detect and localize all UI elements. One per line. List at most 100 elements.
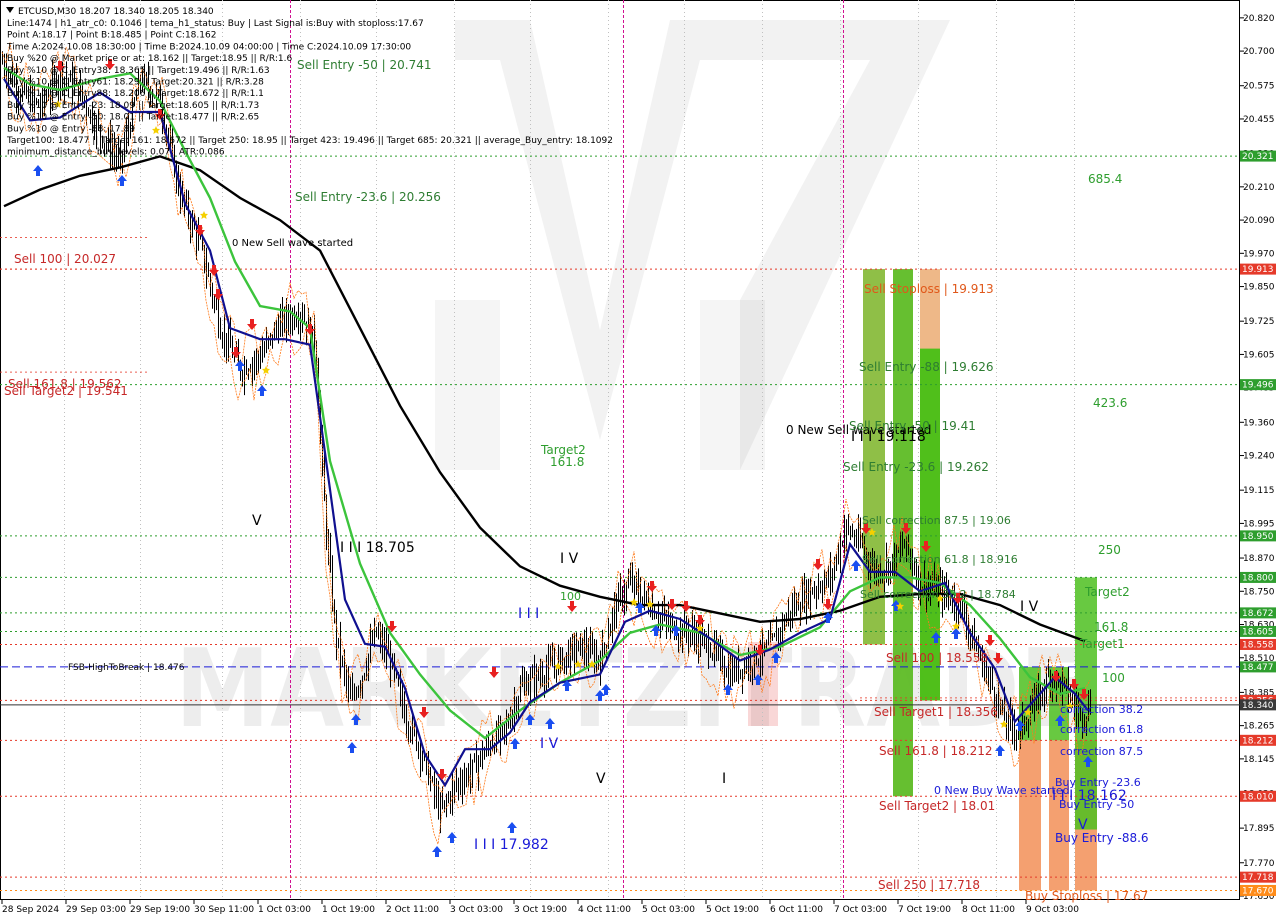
chart-annotation: correction 38.2 (1060, 703, 1143, 716)
price-chart[interactable]: MARKETZITRADE Sell Entry -50 | 20.741 Sel… (0, 0, 1280, 920)
x-tick-label: 1 Oct 03:00 (258, 905, 311, 915)
price-tag-label: 18.950 (1242, 532, 1274, 542)
x-tick-label: 9 Oct 03:00 (1026, 905, 1079, 915)
info-line: Buy %20 @ Market price or at: 18.162 || … (7, 54, 292, 64)
y-tick-label: 20.090 (1243, 216, 1275, 226)
chart-annotation: 0 New Sell wave started (232, 238, 353, 249)
y-tick-label: 20.820 (1243, 14, 1275, 24)
y-tick-label: 18.265 (1243, 722, 1275, 732)
price-tag-label: 18.800 (1242, 573, 1274, 583)
y-tick-label: 17.770 (1243, 859, 1275, 869)
chart-annotation: Sell Target1 | 18.356 (874, 705, 998, 719)
price-tag-label: 18.340 (1242, 701, 1274, 711)
chart-annotation: Sell 161.8 | 18.212 (879, 744, 993, 758)
symbol-ohlc-line: ETCUSD,M30 18.207 18.340 18.205 18.340 (18, 7, 214, 17)
chart-annotation: Sell Target2 | 18.01 (879, 799, 995, 813)
chart-annotation: Buy Entry -23.6 (1055, 776, 1141, 789)
chart-annotation: V (1078, 817, 1088, 833)
chart-annotation: correction 87.5 (1060, 745, 1143, 758)
y-tick-label: 18.870 (1243, 554, 1275, 564)
chart-annotation: I (722, 771, 726, 787)
x-tick-label: 5 Oct 03:00 (642, 905, 695, 915)
x-tick-label: 29 Sep 19:00 (130, 905, 190, 915)
y-tick-label: 19.360 (1243, 418, 1275, 428)
info-line: Buy %10 @ C_Entry88: 18.206 || Target:18… (7, 89, 264, 99)
x-tick-label: 29 Sep 03:00 (66, 905, 126, 915)
chart-annotation: I I I 19.118 (851, 429, 926, 445)
chart-annotation: Sell 250 | 17.718 (878, 878, 980, 892)
chart-annotation: Buy Entry -50 (1059, 798, 1134, 811)
y-tick-label: 20.575 (1243, 82, 1275, 92)
x-tick-label: 6 Oct 11:00 (770, 905, 823, 915)
chart-annotation: Target2 (1084, 585, 1130, 599)
x-tick-label: 5 Oct 19:00 (706, 905, 759, 915)
x-tick-label: 8 Oct 11:00 (962, 905, 1015, 915)
chart-annotation: 250 (1098, 543, 1121, 557)
y-tick-label: 19.115 (1243, 486, 1275, 496)
chart-annotation: Sell correction 61.8 | 18.916 (862, 553, 1018, 566)
x-tick-label: 7 Oct 19:00 (898, 905, 951, 915)
x-tick-label: 7 Oct 03:00 (834, 905, 887, 915)
chart-annotation: Sell Target2 | 19.541 (4, 384, 128, 398)
price-tag-label: 20.321 (1242, 152, 1274, 162)
x-tick-label: 4 Oct 11:00 (578, 905, 631, 915)
chart-annotation: I V (1020, 599, 1039, 615)
chart-annotation: V (252, 513, 262, 529)
chart-annotation: Buy Stoploss | 17.67 (1025, 889, 1148, 903)
chart-annotation: 100 (560, 590, 581, 603)
info-line: Line:1474 | h1_atr_c0: 0.1046 | tema_h1_… (7, 19, 424, 29)
info-line: Buy %10 @ Entry -50: 18.01 || Target:18.… (7, 113, 259, 123)
price-tag-label: 18.477 (1242, 663, 1274, 673)
y-tick-label: 19.850 (1243, 283, 1275, 293)
y-tick-label: 18.995 (1243, 519, 1275, 529)
price-tag-label: 18.672 (1242, 609, 1274, 619)
price-tag-label: 19.913 (1242, 265, 1274, 275)
zone-buy-stop-1 (1019, 740, 1041, 891)
chart-annotation: correction 61.8 (1060, 723, 1143, 736)
chart-annotation: 0 New Buy Wave started (934, 784, 1070, 797)
price-tag-label: 18.558 (1242, 640, 1274, 650)
chart-annotation: FSB-HighToBreak | 18.476 (68, 663, 185, 673)
info-line: Time A:2024.10.08 18:30:00 | Time B:2024… (6, 42, 411, 52)
y-tick-label: 20.700 (1243, 47, 1275, 57)
price-tag-label: 19.496 (1242, 381, 1274, 391)
chart-annotation: Sell Entry -88 | 19.626 (859, 360, 993, 374)
chart-annotation: Sell Entry -23.6 | 20.256 (295, 190, 441, 204)
info-line: Point A:18.17 | Point B:18.485 | Point C… (7, 31, 216, 41)
price-tag-label: 17.718 (1242, 873, 1274, 883)
y-tick-label: 19.970 (1243, 249, 1275, 259)
chart-annotation: Sell correction 87.5 | 19.06 (862, 514, 1011, 527)
x-tick-label: 28 Sep 2024 (2, 905, 59, 915)
chart-annotation: Sell 100 | 20.027 (14, 252, 116, 266)
x-tick-label: 2 Oct 11:00 (386, 905, 439, 915)
info-line: minimum_distance_buy_levels: 0.07 | ATR:… (7, 148, 225, 158)
info-line: Buy %10 @ Entry -88: 17.89 (7, 124, 135, 134)
x-tick-label: 30 Sep 11:00 (194, 905, 254, 915)
x-tick-label: 3 Oct 03:00 (450, 905, 503, 915)
chart-annotation: Sell correction 38.2 | 18.784 (860, 588, 1016, 601)
chart-annotation: 161.8 (1094, 620, 1128, 634)
chart-annotation: 685.4 (1088, 172, 1122, 186)
chart-annotation: 161.8 (550, 455, 584, 469)
chart-annotation: Buy Entry -88.6 (1055, 831, 1149, 845)
price-tag-label: 17.670 (1242, 886, 1274, 896)
price-tag-label: 18.212 (1242, 736, 1274, 746)
y-tick-label: 19.725 (1243, 317, 1275, 327)
y-tick-label: 19.240 (1243, 452, 1275, 462)
chart-annotation: I V (560, 551, 579, 567)
x-tick-label: 1 Oct 19:00 (322, 905, 375, 915)
y-tick-label: 17.895 (1243, 824, 1275, 834)
chart-annotation: I I I (518, 606, 539, 622)
chart-annotation: I I I 18.705 (340, 540, 415, 556)
chart-annotation: 423.6 (1093, 396, 1127, 410)
info-line: Buy %10 @ C_Entry38: 18.365 || Target:19… (7, 66, 270, 76)
chart-annotation: I V (540, 736, 559, 752)
info-line: Buy %10 @ C_Entry61: 18.29 || Target:20.… (7, 78, 264, 88)
chart-annotation: I I I 17.982 (474, 837, 549, 853)
y-tick-label: 20.455 (1243, 115, 1275, 125)
y-tick-label: 20.210 (1243, 183, 1275, 193)
watermark-text: MARKETZITRADE (175, 627, 1085, 752)
chart-annotation: Sell Entry -50 | 20.741 (297, 58, 431, 72)
x-tick-label: 3 Oct 19:00 (514, 905, 567, 915)
y-tick-label: 19.605 (1243, 350, 1275, 360)
